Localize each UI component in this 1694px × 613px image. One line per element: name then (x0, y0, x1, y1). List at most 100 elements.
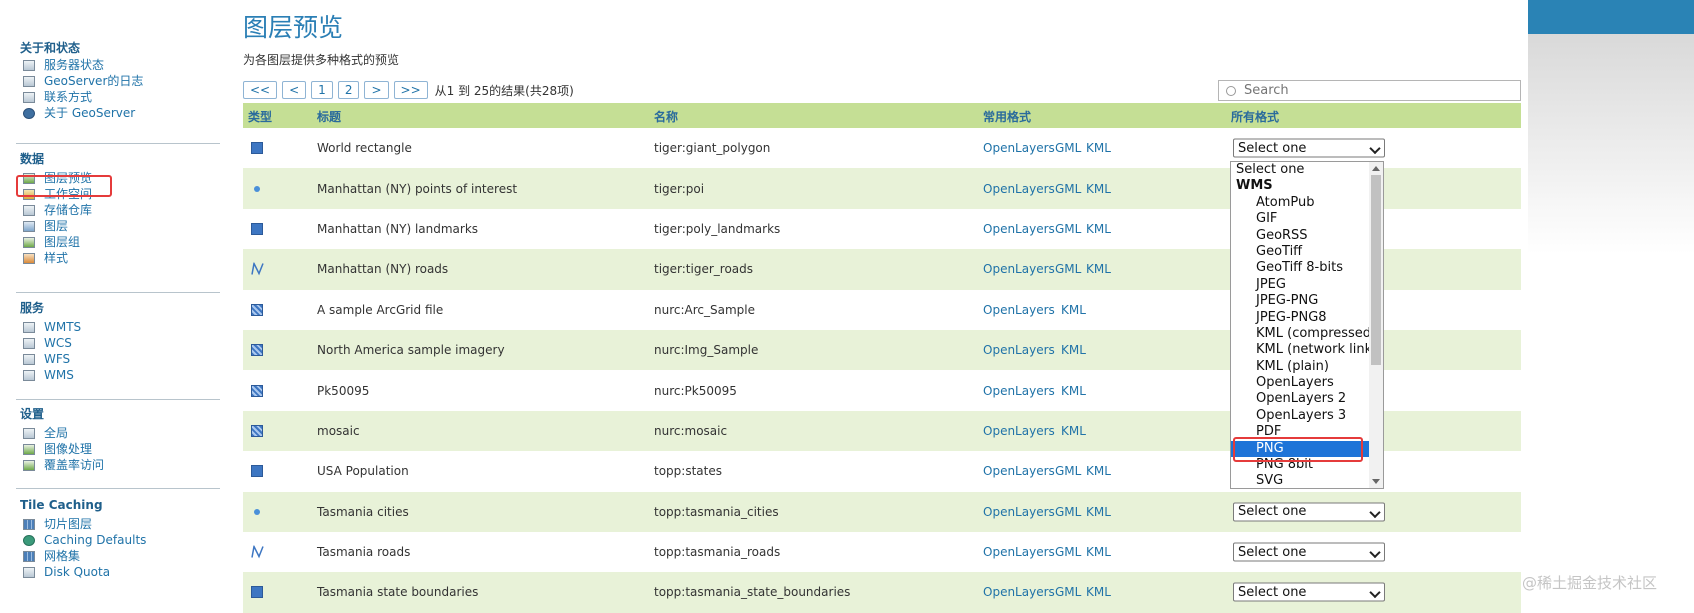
format-select[interactable]: Select one (1233, 542, 1385, 562)
dropdown-option[interactable]: GeoRSS (1231, 228, 1383, 244)
sidebar-item-label: 关于 GeoServer (44, 106, 136, 120)
openlayers-link[interactable]: OpenLayers (983, 262, 1055, 276)
sidebar-heading: 关于和状态 (20, 41, 81, 55)
polygon-layer-icon (251, 222, 263, 235)
openlayers-link[interactable]: OpenLayers (983, 464, 1055, 478)
dropdown-option[interactable]: OpenLayers 3 (1231, 408, 1383, 424)
search-input[interactable] (1242, 82, 1516, 99)
format-select[interactable]: Select one (1233, 582, 1385, 602)
dropdown-option[interactable]: OpenLayers (1231, 375, 1383, 391)
dropdown-option[interactable]: Select one (1231, 162, 1383, 178)
openlayers-link[interactable]: OpenLayers (983, 343, 1055, 357)
dropdown-option[interactable]: GIF (1231, 211, 1383, 227)
point-layer-icon (254, 508, 260, 515)
openlayers-link[interactable]: OpenLayers (983, 585, 1055, 599)
openlayers-link[interactable]: OpenLayers (983, 182, 1055, 196)
dropdown-option[interactable]: JPEG-PNG8 (1231, 310, 1383, 326)
search-box[interactable] (1218, 80, 1521, 101)
kml-link[interactable]: KML (1061, 384, 1086, 398)
openlayers-link[interactable]: OpenLayers (983, 303, 1055, 317)
openlayers-link[interactable]: OpenLayers (983, 384, 1055, 398)
kml-link[interactable]: KML (1086, 182, 1111, 196)
layer-title: A sample ArcGrid file (317, 302, 444, 317)
pagination: << < 1 2 > >> 从1 到 25的结果(共28项) (243, 81, 574, 99)
scrollbar-thumb[interactable] (1371, 175, 1381, 365)
gml-link[interactable]: GML (1055, 585, 1081, 599)
page-1-button[interactable]: 1 (311, 81, 333, 99)
gml-link[interactable]: GML (1055, 505, 1081, 519)
dropdown-option[interactable]: AtomPub (1231, 195, 1383, 211)
openlayers-link[interactable]: OpenLayers (983, 222, 1055, 236)
sidebar-item-about[interactable]: 关于 GeoServer (20, 104, 220, 122)
line-layer-icon (251, 262, 264, 276)
sidebar-item-wms[interactable]: WMS (20, 366, 220, 384)
sidebar-divider (16, 292, 220, 293)
dropdown-option[interactable]: KML (network link) (1231, 342, 1383, 358)
last-page-button[interactable]: >> (393, 81, 428, 99)
kml-link[interactable]: KML (1086, 141, 1111, 155)
layer-name: nurc:Img_Sample (654, 343, 759, 358)
gml-link[interactable]: GML (1055, 545, 1081, 559)
first-page-button[interactable]: << (243, 81, 278, 99)
next-page-button[interactable]: > (364, 81, 389, 99)
kml-link[interactable]: KML (1061, 343, 1086, 357)
gml-link[interactable]: GML (1055, 464, 1081, 478)
layer-group-icon (23, 236, 35, 248)
kml-link[interactable]: KML (1086, 464, 1111, 478)
point-layer-icon (254, 185, 260, 192)
format-select[interactable]: Select one (1233, 138, 1385, 158)
kml-link[interactable]: KML (1086, 505, 1111, 519)
layer-name: nurc:Pk50095 (654, 383, 737, 398)
sidebar-item-coverage-access[interactable]: 覆盖率访问 (20, 456, 220, 474)
openlayers-link[interactable]: OpenLayers (983, 545, 1055, 559)
sidebar-item-styles[interactable]: 样式 (20, 249, 220, 267)
page-2-button[interactable]: 2 (337, 81, 360, 99)
format-select-value: Select one (1238, 140, 1307, 156)
kml-link[interactable]: KML (1086, 585, 1111, 599)
openlayers-link[interactable]: OpenLayers (983, 505, 1055, 519)
kml-link[interactable]: KML (1086, 222, 1111, 236)
openlayers-link[interactable]: OpenLayers (983, 141, 1055, 155)
raster-layer-icon (251, 424, 263, 437)
sidebar-item-disk-quota[interactable]: Disk Quota (20, 563, 220, 581)
scroll-down-icon[interactable] (1372, 479, 1380, 484)
disk-quota-icon (23, 566, 35, 578)
dropdown-option[interactable]: JPEG (1231, 277, 1383, 293)
server-status-icon (23, 59, 35, 71)
scroll-up-icon[interactable] (1372, 166, 1380, 171)
header-name[interactable]: 名称 (654, 108, 678, 125)
dropdown-option[interactable]: GeoTiff 8-bits (1231, 260, 1383, 276)
sidebar-section-tile-caching: Tile Caching 切片图层 Caching Defaults 网格集 D… (20, 497, 220, 581)
dropdown-option[interactable]: KML (plain) (1231, 359, 1383, 375)
dropdown-option[interactable]: SVG (1231, 473, 1383, 488)
prev-page-button[interactable]: < (282, 81, 307, 99)
layer-name: tiger:poi (654, 181, 705, 196)
kml-link[interactable]: KML (1086, 545, 1111, 559)
kml-link[interactable]: KML (1086, 262, 1111, 276)
header-title[interactable]: 标题 (317, 108, 341, 125)
gml-link[interactable]: GML (1055, 222, 1081, 236)
dropdown-scrollbar[interactable] (1369, 162, 1383, 488)
gml-link[interactable]: GML (1055, 262, 1081, 276)
wcs-icon (23, 337, 35, 349)
sidebar-divider (16, 488, 220, 489)
openlayers-link[interactable]: OpenLayers (983, 424, 1055, 438)
format-select[interactable]: Select one (1233, 502, 1385, 522)
table-row: Tasmania state boundaries topp:tasmania_… (243, 572, 1521, 613)
dropdown-option[interactable]: JPEG-PNG (1231, 293, 1383, 309)
gml-link[interactable]: GML (1055, 141, 1081, 155)
dropdown-option[interactable]: KML (compressed) (1231, 326, 1383, 342)
kml-link[interactable]: KML (1061, 424, 1086, 438)
wms-icon (23, 369, 35, 381)
sidebar: 关于和状态 服务器状态 GeoServer的日志 联系方式 关于 GeoServ… (0, 0, 232, 596)
header-type[interactable]: 类型 (248, 108, 272, 125)
gml-link[interactable]: GML (1055, 182, 1081, 196)
style-icon (23, 252, 35, 264)
kml-link[interactable]: KML (1061, 303, 1086, 317)
dropdown-option[interactable]: GeoTiff (1231, 244, 1383, 260)
sidebar-item-label: Disk Quota (44, 565, 111, 579)
layer-name: topp:tasmania_state_boundaries (654, 585, 851, 600)
layers-icon (23, 220, 35, 232)
dropdown-option[interactable]: OpenLayers 2 (1231, 391, 1383, 407)
gridsets-icon (23, 550, 35, 562)
